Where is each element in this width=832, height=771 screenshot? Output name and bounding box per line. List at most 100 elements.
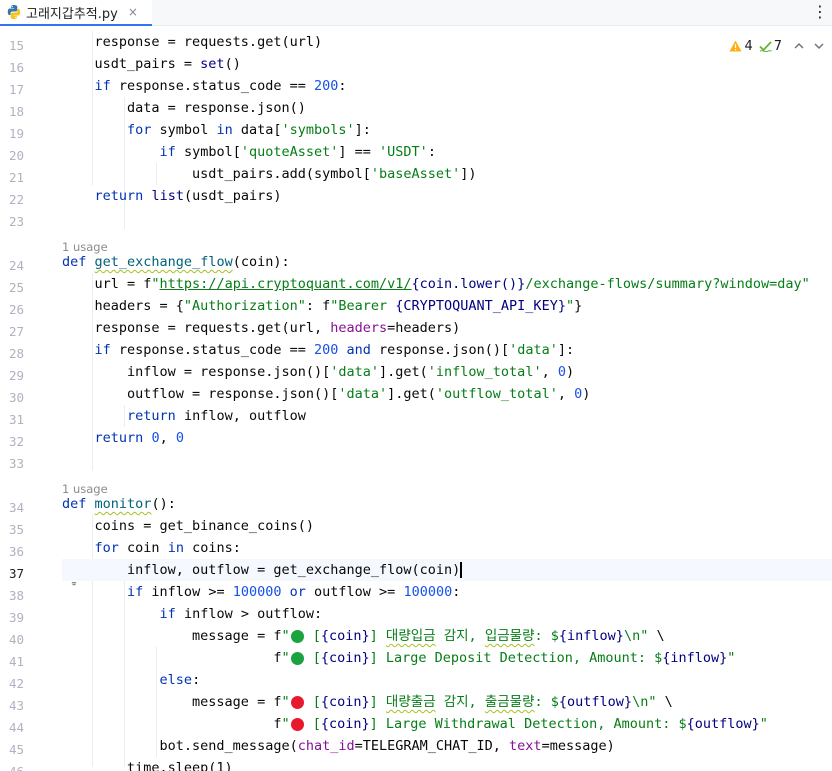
- code-token: coins:: [183, 540, 241, 556]
- code-token: for: [94, 540, 119, 556]
- file-tab[interactable]: 고래지갑추적.py ×: [0, 0, 152, 26]
- code-token: [: [304, 716, 321, 732]
- code-token: ].get(: [379, 364, 428, 380]
- code-token: 'inflow_total': [427, 364, 542, 380]
- code-token: ": [281, 650, 290, 666]
- code-token: 출금물량: [484, 694, 535, 710]
- code-line[interactable]: coins = get_binance_coins(): [62, 515, 832, 537]
- code-token: : $: [534, 628, 559, 644]
- code-token: ": [759, 716, 768, 732]
- red-circle-emoji: [290, 695, 304, 709]
- red-circle-emoji: [290, 717, 304, 731]
- code-token: inflow > outflow:: [175, 606, 323, 622]
- code-line[interactable]: outflow = response.json()['data'].get('o…: [62, 383, 832, 405]
- more-options-icon[interactable]: ⋮: [812, 2, 828, 24]
- code-token: get_exchange_flow: [94, 254, 233, 270]
- code-token: ,: [159, 430, 176, 446]
- code-token: data = response.json(): [62, 100, 306, 116]
- code-line[interactable]: response = requests.get(url): [62, 31, 832, 53]
- code-token: (coin):: [232, 254, 290, 270]
- green-circle-emoji: [290, 651, 304, 665]
- code-line[interactable]: bot.send_message(chat_id=TELEGRAM_CHAT_I…: [62, 735, 832, 757]
- code-token: if: [94, 342, 111, 358]
- code-token: {coin}: [320, 650, 370, 666]
- line-number: 42: [8, 676, 24, 691]
- code-token: "Bearer: [330, 298, 396, 314]
- code-line[interactable]: f" [{coin}] Large Withdrawal Detection, …: [62, 713, 832, 735]
- code-token: inflow, outflow: [175, 408, 306, 424]
- code-line[interactable]: usdt_pairs = set(): [62, 53, 832, 75]
- python-file-icon: [7, 5, 21, 19]
- code-line[interactable]: inflow = response.json()['data'].get('in…: [62, 361, 832, 383]
- code-line[interactable]: if inflow >= 100000 or outflow >= 100000…: [62, 581, 832, 603]
- line-number: 23: [8, 214, 24, 229]
- close-tab-icon[interactable]: ×: [128, 5, 138, 19]
- code-token: f: [62, 716, 282, 732]
- code-line[interactable]: response = requests.get(url, headers=hea…: [62, 317, 832, 339]
- code-line[interactable]: return inflow, outflow: [62, 405, 832, 427]
- code-token: :: [427, 144, 436, 160]
- code-token: ]:: [557, 342, 575, 358]
- code-token: response.status_code ==: [110, 78, 314, 94]
- code-editor[interactable]: 15 16 17 18 19 20 21 22 23 24 25 26 27 28 29 30 31 32 33 34…: [0, 27, 832, 771]
- code-token: ): [582, 386, 591, 402]
- code-token: }: [574, 298, 583, 314]
- code-token: response.status_code ==: [110, 342, 314, 358]
- code-token: :: [338, 78, 347, 94]
- code-token: 200: [313, 342, 339, 358]
- code-token: ]:: [354, 122, 371, 138]
- code-token: 100000: [403, 584, 453, 600]
- code-token: :: [192, 672, 201, 688]
- code-token: {coin}: [320, 694, 370, 710]
- line-number: 33: [8, 456, 24, 471]
- code-line[interactable]: def get_exchange_flow(coin):: [62, 251, 832, 273]
- code-token: inflow, outflow = get_exchange_flow(coin…: [62, 562, 461, 578]
- code-line[interactable]: time.sleep(1): [62, 757, 832, 771]
- code-line[interactable]: if response.status_code == 200 and respo…: [62, 339, 832, 361]
- line-number: 45: [8, 742, 24, 757]
- code-line[interactable]: return 0, 0: [62, 427, 832, 449]
- code-token: 'data': [338, 386, 388, 402]
- code-line[interactable]: url = f"https://api.cryptoquant.com/v1/{…: [62, 273, 832, 295]
- code-token: {coin}: [320, 628, 370, 644]
- line-number: 35: [8, 522, 24, 537]
- code-token: : f: [305, 298, 331, 314]
- usage-inlay-hint[interactable]: 1 usage: [62, 238, 108, 256]
- code-line[interactable]: if inflow > outflow:: [62, 603, 832, 625]
- code-line[interactable]: else:: [62, 669, 832, 691]
- line-number: 22: [8, 192, 24, 207]
- code-token: return: [94, 188, 144, 204]
- code-line[interactable]: headers = {"Authorization": f"Bearer {CR…: [62, 295, 832, 317]
- code-line[interactable]: usdt_pairs.add(symbol['baseAsset']): [62, 163, 832, 185]
- code-token: response = requests.get(url,: [62, 320, 331, 336]
- code-line[interactable]: return list(usdt_pairs): [62, 185, 832, 207]
- code-line[interactable]: def monitor():: [62, 493, 832, 515]
- code-token: usdt_pairs =: [62, 56, 201, 72]
- code-line[interactable]: for coin in coins:: [62, 537, 832, 559]
- line-number: 18: [8, 104, 24, 119]
- code-line[interactable]: message = f" [{coin}] 대량출금 감지, 출금물량: ${o…: [62, 691, 832, 713]
- line-number: 30: [8, 390, 24, 405]
- code-token: ] Large Withdrawal Detection, Amount: $: [369, 716, 687, 732]
- line-number: 43: [8, 698, 24, 713]
- code-token: f": [62, 716, 290, 732]
- line-number: 28: [8, 346, 24, 361]
- code-token: list: [151, 188, 184, 204]
- usage-inlay-hint[interactable]: 1 usage: [62, 480, 108, 498]
- text-caret: [460, 562, 463, 578]
- code-line[interactable]: message = f" [{coin}] 대량입금 감지, 입금물량: ${i…: [62, 625, 832, 647]
- code-line[interactable]: inflow, outflow = get_exchange_flow(coin…: [62, 559, 832, 581]
- code-token: (): [224, 56, 241, 72]
- code-token: {coin}: [320, 716, 370, 732]
- code-token: ": [281, 716, 290, 732]
- code-area[interactable]: response = requests.get(url) usdt_pairs …: [62, 27, 832, 771]
- code-line[interactable]: if response.status_code == 200:: [62, 75, 832, 97]
- code-line[interactable]: for symbol in data['symbols']:: [62, 119, 832, 141]
- code-token: url = f": [62, 276, 160, 292]
- code-line[interactable]: if symbol['quoteAsset'] == 'USDT':: [62, 141, 832, 163]
- code-token: {inflow}: [558, 628, 624, 644]
- code-line[interactable]: f" [{coin}] Large Deposit Detection, Amo…: [62, 647, 832, 669]
- code-line[interactable]: data = response.json(): [62, 97, 832, 119]
